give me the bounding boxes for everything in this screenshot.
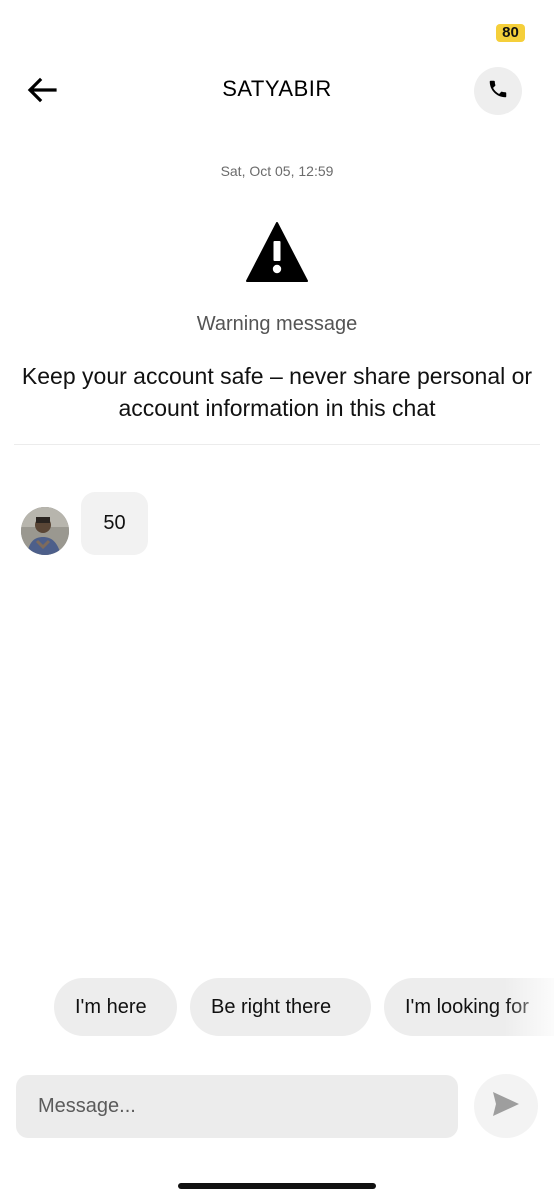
divider (14, 444, 540, 445)
warning-title: Warning message (196, 313, 358, 335)
warning-triangle-icon (246, 221, 308, 283)
quick-reply-im-here[interactable]: I'm here (54, 978, 177, 1036)
call-button[interactable] (474, 67, 522, 115)
status-badge: 80 (496, 24, 525, 42)
message-input[interactable] (16, 1075, 458, 1138)
warning-body: Keep your account safe – never share per… (21, 363, 533, 421)
avatar (21, 507, 69, 555)
send-button[interactable] (474, 1074, 538, 1138)
home-indicator (178, 1183, 376, 1189)
quick-reply-im-looking-for[interactable]: I'm looking for (384, 978, 554, 1036)
chat-timestamp: Sat, Oct 05, 12:59 (220, 163, 334, 179)
send-icon (492, 1091, 520, 1122)
phone-icon (487, 78, 509, 105)
quick-reply-be-right-there[interactable]: Be right there (190, 978, 371, 1036)
quick-replies: I'm here Be right there I'm looking for (0, 978, 554, 1036)
message-bubble: 50 (81, 492, 148, 555)
contact-name-title: SATYABIR (222, 76, 332, 101)
